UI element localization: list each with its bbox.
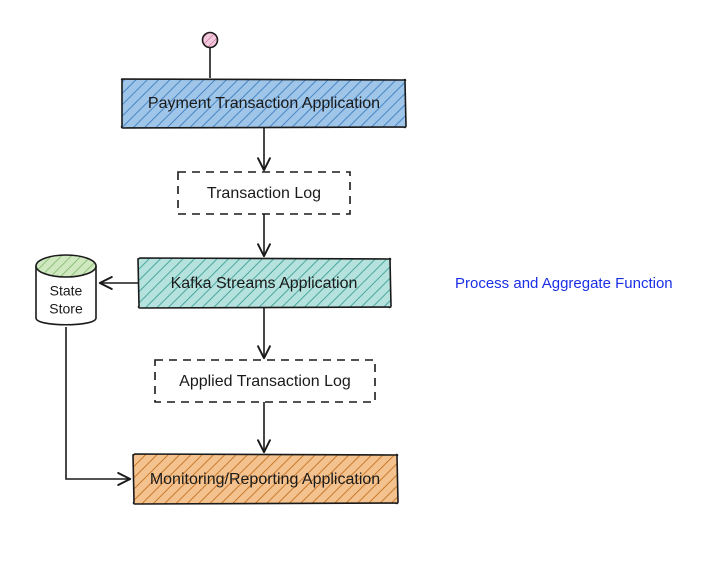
- node-state-store-label-2: Store: [49, 301, 83, 317]
- node-payment-app-label: Payment Transaction Application: [148, 95, 380, 112]
- edge-store-to-monitoring: [66, 327, 129, 479]
- node-transaction-log-label: Transaction Log: [207, 185, 321, 202]
- node-transaction-log: Transaction Log: [178, 172, 350, 214]
- node-applied-log-label: Applied Transaction Log: [179, 373, 351, 390]
- annotation-kafka: Process and Aggregate Function: [455, 275, 673, 292]
- node-state-store: State Store: [36, 255, 96, 325]
- node-payment-app: Payment Transaction Application: [122, 79, 406, 128]
- node-monitoring-app-label: Monitoring/Reporting Application: [150, 471, 380, 488]
- node-kafka-app: Kafka Streams Application: [138, 258, 391, 308]
- node-state-store-label-1: State: [50, 283, 83, 299]
- flow-diagram: Payment Transaction Application Transact…: [0, 0, 728, 577]
- node-applied-log: Applied Transaction Log: [155, 360, 375, 402]
- node-monitoring-app: Monitoring/Reporting Application: [133, 454, 398, 504]
- pin-icon: [203, 33, 218, 79]
- node-kafka-app-label: Kafka Streams Application: [171, 275, 358, 292]
